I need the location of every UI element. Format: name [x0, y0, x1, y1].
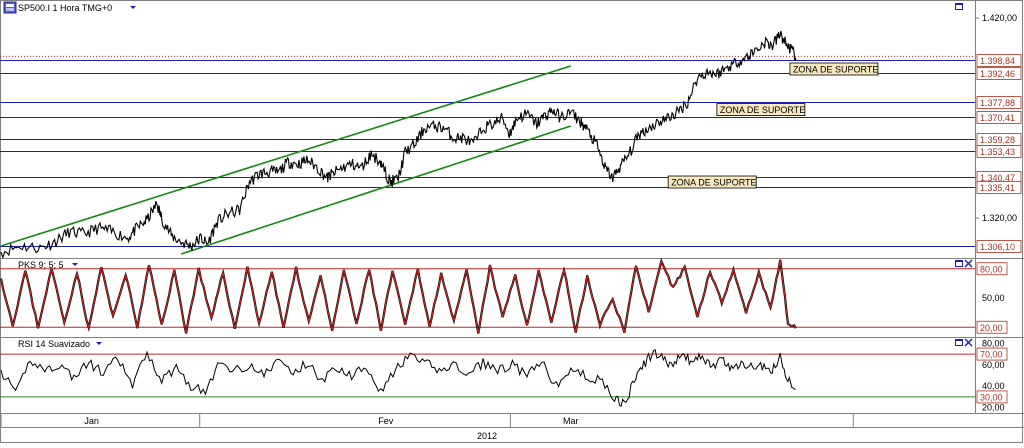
- pks-scale: 80,00 50,00 20,00: [976, 262, 1008, 334]
- zone-label: ZONA DE SUPORTE: [720, 105, 805, 115]
- zone-label: ZONA DE SUPORTE: [793, 65, 878, 75]
- close-icon[interactable]: [964, 338, 973, 347]
- price-line: [0, 30, 797, 260]
- month-label: Mar: [563, 416, 579, 426]
- pks-tick-label: 50,00: [982, 293, 1005, 303]
- pks-tick-label: 80,00: [980, 264, 1003, 274]
- rsi-level-label: 30,00: [980, 392, 1003, 402]
- month-label: Fev: [378, 416, 394, 426]
- support-level-label: 1.398,84: [980, 56, 1015, 66]
- price-tick-label: 1.320,00: [982, 213, 1017, 223]
- support-level-label: 1.335,41: [980, 183, 1015, 193]
- rsi-series: [0, 349, 796, 407]
- year-label: 2012: [477, 431, 497, 441]
- support-level-label: 1.353,43: [980, 147, 1015, 157]
- price-panel-title[interactable]: SP500.I 1 Hora TMG+0: [18, 3, 112, 13]
- window-maximize-icon[interactable]: [955, 260, 963, 267]
- support-level-label: 1.306,10: [980, 242, 1015, 252]
- rsi-title[interactable]: RSI 14 Suavizado: [18, 339, 90, 349]
- chart-window: ZONA DE SUPORTE ZONA DE SUPORTE ZONA DE SU…: [0, 0, 1024, 443]
- window-maximize-icon[interactable]: [955, 3, 963, 10]
- month-label: Jan: [84, 416, 99, 426]
- rsi-line: [0, 349, 796, 407]
- chart-canvas: ZONA DE SUPORTE ZONA DE SUPORTE ZONA DE SU…: [0, 0, 1024, 443]
- support-level-label: 1.377,88: [980, 98, 1015, 108]
- dropdown-icon[interactable]: [130, 6, 136, 9]
- price-scale: 1.398,84 1.392,46 1.377,88 1.370,41 1.359,28…: [975, 13, 1022, 253]
- window-maximize-icon[interactable]: [955, 339, 963, 346]
- rsi-tick-label: 80,00: [982, 338, 1005, 348]
- close-icon[interactable]: [964, 259, 973, 268]
- rsi-scale: 80,00 60,00 40,00 20,00 70,00 30,00: [976, 338, 1008, 413]
- price-tick-label: 1.420,00: [982, 13, 1017, 23]
- dropdown-icon[interactable]: [72, 263, 78, 266]
- support-level-label: 1.392,46: [980, 69, 1015, 79]
- zone-labels: ZONA DE SUPORTE ZONA DE SUPORTE ZONA DE SU…: [667, 62, 879, 189]
- dropdown-icon[interactable]: [96, 342, 102, 345]
- pks-series: [0, 257, 797, 334]
- price-series: [0, 30, 797, 260]
- pks-tick-label: 20,00: [980, 323, 1003, 333]
- rsi-tick-label: 60,00: [982, 360, 1005, 370]
- support-level-label: 1.370,41: [980, 113, 1015, 123]
- rsi-tick-label: 20,00: [982, 403, 1005, 413]
- rsi-level-label: 70,00: [980, 350, 1003, 360]
- pks-title[interactable]: PKS 9; 5; 5: [18, 260, 64, 270]
- rsi-tick-label: 40,00: [982, 381, 1005, 391]
- channel-line: [180, 125, 572, 255]
- symbol-icon: [3, 1, 17, 14]
- zone-label: ZONA DE SUPORTE: [671, 178, 756, 188]
- support-level-label: 1.359,28: [980, 135, 1015, 145]
- rsi-levels: [0, 353, 975, 398]
